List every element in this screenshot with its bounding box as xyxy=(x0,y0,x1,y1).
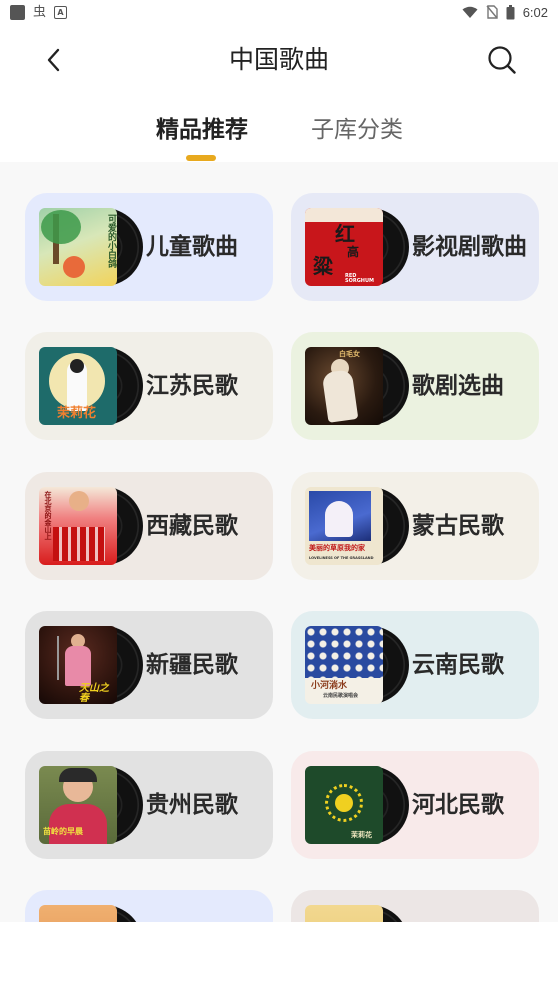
album-cover-image: 小河淌水 云南民歌演唱会 xyxy=(305,626,383,704)
album-text: 云南民歌演唱会 xyxy=(323,693,359,699)
album-cover-wrap xyxy=(305,905,409,922)
album-text: 茉莉花 xyxy=(57,406,97,421)
tab-bar: 精品推荐 子库分类 xyxy=(0,108,558,162)
album-cover-image: 白毛女 xyxy=(305,347,383,425)
category-label: 云南民歌 xyxy=(412,652,504,678)
no-sim-icon xyxy=(486,5,498,19)
album-cover-image: 红 高 粱 RED SORGHUM xyxy=(305,208,383,286)
category-label: 蒙古民歌 xyxy=(412,513,504,539)
album-text: LOVELINESS OF THE GRASSLAND xyxy=(309,556,374,560)
tab-featured[interactable]: 精品推荐 xyxy=(156,108,248,152)
category-card-mongolia[interactable]: 美丽的草原我的家 LOVELINESS OF THE GRASSLAND 蒙古民… xyxy=(291,472,539,580)
album-cover-image: 天山之春 xyxy=(39,626,117,704)
album-text: 苗岭的早晨 xyxy=(43,827,83,836)
search-button[interactable] xyxy=(484,42,520,78)
album-text: 小河淌水 xyxy=(311,681,348,691)
album-cover-image xyxy=(39,905,117,922)
status-left-icons: 虫 A xyxy=(10,4,68,20)
battery-icon xyxy=(506,4,515,19)
category-card-partial[interactable] xyxy=(291,890,539,922)
album-text: RED SORGHUM xyxy=(345,273,375,284)
notification-square-icon xyxy=(10,4,25,20)
category-card-opera[interactable]: 白毛女 歌剧选曲 xyxy=(291,332,539,440)
tab-subcategories[interactable]: 子库分类 xyxy=(311,108,403,152)
category-card-partial[interactable] xyxy=(25,890,273,922)
album-text: 天山之春 xyxy=(79,683,109,704)
category-label: 西藏民歌 xyxy=(146,513,238,539)
album-cover-wrap: 红 高 粱 RED SORGHUM xyxy=(305,208,409,286)
album-cover-image xyxy=(305,905,383,922)
album-cover-wrap: 苗岭的早晨 xyxy=(39,766,143,844)
category-label: 江苏民歌 xyxy=(146,373,238,399)
album-cover-image: 在北京的金山上 xyxy=(39,487,117,565)
album-cover-wrap: 茉莉花 xyxy=(39,347,143,425)
album-text: 红 xyxy=(335,222,355,246)
album-cover-wrap: 茉莉花 xyxy=(305,766,409,844)
category-label: 新疆民歌 xyxy=(146,652,238,678)
category-card-jiangsu[interactable]: 茉莉花 江苏民歌 xyxy=(25,332,273,440)
category-card-yunnan[interactable]: 小河淌水 云南民歌演唱会 云南民歌 xyxy=(291,611,539,719)
album-cover-wrap: 在北京的金山上 xyxy=(39,487,143,565)
category-label: 歌剧选曲 xyxy=(412,373,504,399)
album-cover-image: 茉莉花 xyxy=(305,766,383,844)
category-card-xinjiang[interactable]: 天山之春 新疆民歌 xyxy=(25,611,273,719)
album-cover-image: 茉莉花 xyxy=(39,347,117,425)
album-cover-image: 美丽的草原我的家 LOVELINESS OF THE GRASSLAND xyxy=(305,487,383,565)
category-card-hebei[interactable]: 茉莉花 河北民歌 xyxy=(291,751,539,859)
search-icon xyxy=(488,46,516,74)
category-card-guizhou[interactable]: 苗岭的早晨 贵州民歌 xyxy=(25,751,273,859)
category-label: 儿童歌曲 xyxy=(146,234,238,260)
category-label: 影视剧歌曲 xyxy=(412,234,527,260)
category-card-children[interactable]: 可爱的小白鸽 儿童歌曲 xyxy=(25,193,273,301)
wifi-icon xyxy=(462,6,478,18)
album-cover-wrap: 白毛女 xyxy=(305,347,409,425)
album-cover-wrap: 可爱的小白鸽 xyxy=(39,208,143,286)
status-right-icons: 6:02 xyxy=(462,4,548,20)
album-cover-wrap: 小河淌水 云南民歌演唱会 xyxy=(305,626,409,704)
bottom-blank-area xyxy=(0,922,558,992)
category-card-tibet[interactable]: 在北京的金山上 西藏民歌 xyxy=(25,472,273,580)
album-text: 茉莉花 xyxy=(351,831,372,839)
category-label: 贵州民歌 xyxy=(146,792,238,818)
album-text: 可爱的小白鸽 xyxy=(106,214,116,268)
album-cover-wrap: 美丽的草原我的家 LOVELINESS OF THE GRASSLAND xyxy=(305,487,409,565)
active-tab-indicator xyxy=(186,155,216,161)
album-cover-wrap: 天山之春 xyxy=(39,626,143,704)
page-title: 中国歌曲 xyxy=(228,45,329,74)
album-cover-image: 可爱的小白鸽 xyxy=(39,208,117,286)
album-text: 在北京的金山上 xyxy=(44,491,52,540)
a-badge-icon: A xyxy=(54,5,68,19)
bug-icon: 虫 xyxy=(33,4,47,20)
album-text: 白毛女 xyxy=(339,350,360,358)
category-label: 河北民歌 xyxy=(412,792,504,818)
album-text: 美丽的草原我的家 xyxy=(309,544,365,552)
album-cover-wrap xyxy=(39,905,143,922)
album-text: 高 xyxy=(347,245,360,259)
album-cover-image: 苗岭的早晨 xyxy=(39,766,117,844)
category-card-film[interactable]: 红 高 粱 RED SORGHUM 影视剧歌曲 xyxy=(291,193,539,301)
status-bar: 虫 A 6:02 xyxy=(0,0,558,24)
album-text: 粱 xyxy=(313,254,333,278)
category-list[interactable]: 可爱的小白鸽 儿童歌曲 红 高 粱 RED SORGHUM 影视剧歌曲 茉莉花 … xyxy=(0,162,558,922)
app-header: 中国歌曲 xyxy=(0,28,558,92)
clock: 6:02 xyxy=(522,4,548,20)
